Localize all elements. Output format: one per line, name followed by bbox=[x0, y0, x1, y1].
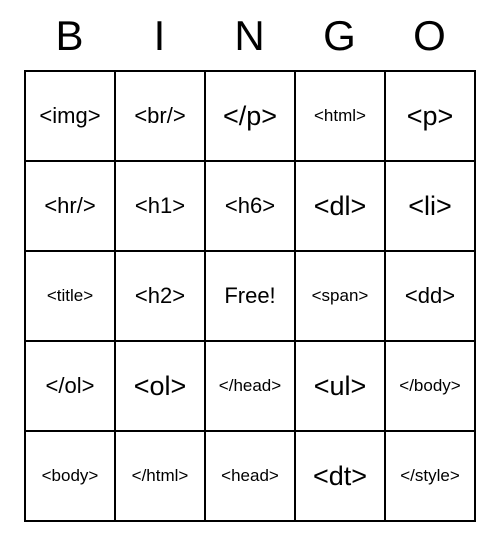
bingo-cell-free[interactable]: Free! bbox=[205, 251, 295, 341]
bingo-cell[interactable]: <img> bbox=[25, 71, 115, 161]
bingo-cell[interactable]: <dl> bbox=[295, 161, 385, 251]
bingo-cell[interactable]: <dd> bbox=[385, 251, 475, 341]
bingo-cell[interactable]: </head> bbox=[205, 341, 295, 431]
bingo-cell[interactable]: <hr/> bbox=[25, 161, 115, 251]
header-letter-b: B bbox=[25, 12, 115, 60]
header-letter-n: N bbox=[205, 12, 295, 60]
bingo-cell[interactable]: <body> bbox=[25, 431, 115, 521]
bingo-cell[interactable]: </body> bbox=[385, 341, 475, 431]
header-letter-g: G bbox=[295, 12, 385, 60]
bingo-header-row: B I N G O bbox=[25, 12, 475, 60]
bingo-cell[interactable]: <li> bbox=[385, 161, 475, 251]
bingo-cell[interactable]: <head> bbox=[205, 431, 295, 521]
bingo-cell[interactable]: <h2> bbox=[115, 251, 205, 341]
bingo-cell[interactable]: </p> bbox=[205, 71, 295, 161]
bingo-cell[interactable]: <dt> bbox=[295, 431, 385, 521]
header-letter-o: O bbox=[385, 12, 475, 60]
bingo-cell[interactable]: <html> bbox=[295, 71, 385, 161]
bingo-cell[interactable]: </style> bbox=[385, 431, 475, 521]
bingo-cell[interactable]: </ol> bbox=[25, 341, 115, 431]
bingo-cell[interactable]: <br/> bbox=[115, 71, 205, 161]
bingo-cell[interactable]: <ol> bbox=[115, 341, 205, 431]
bingo-grid: <img> <br/> </p> <html> <p> <hr/> <h1> <… bbox=[24, 70, 476, 522]
bingo-cell[interactable]: <title> bbox=[25, 251, 115, 341]
bingo-cell[interactable]: </html> bbox=[115, 431, 205, 521]
header-letter-i: I bbox=[115, 12, 205, 60]
bingo-cell[interactable]: <span> bbox=[295, 251, 385, 341]
bingo-cell[interactable]: <h6> bbox=[205, 161, 295, 251]
bingo-cell[interactable]: <h1> bbox=[115, 161, 205, 251]
bingo-cell[interactable]: <ul> bbox=[295, 341, 385, 431]
bingo-cell[interactable]: <p> bbox=[385, 71, 475, 161]
